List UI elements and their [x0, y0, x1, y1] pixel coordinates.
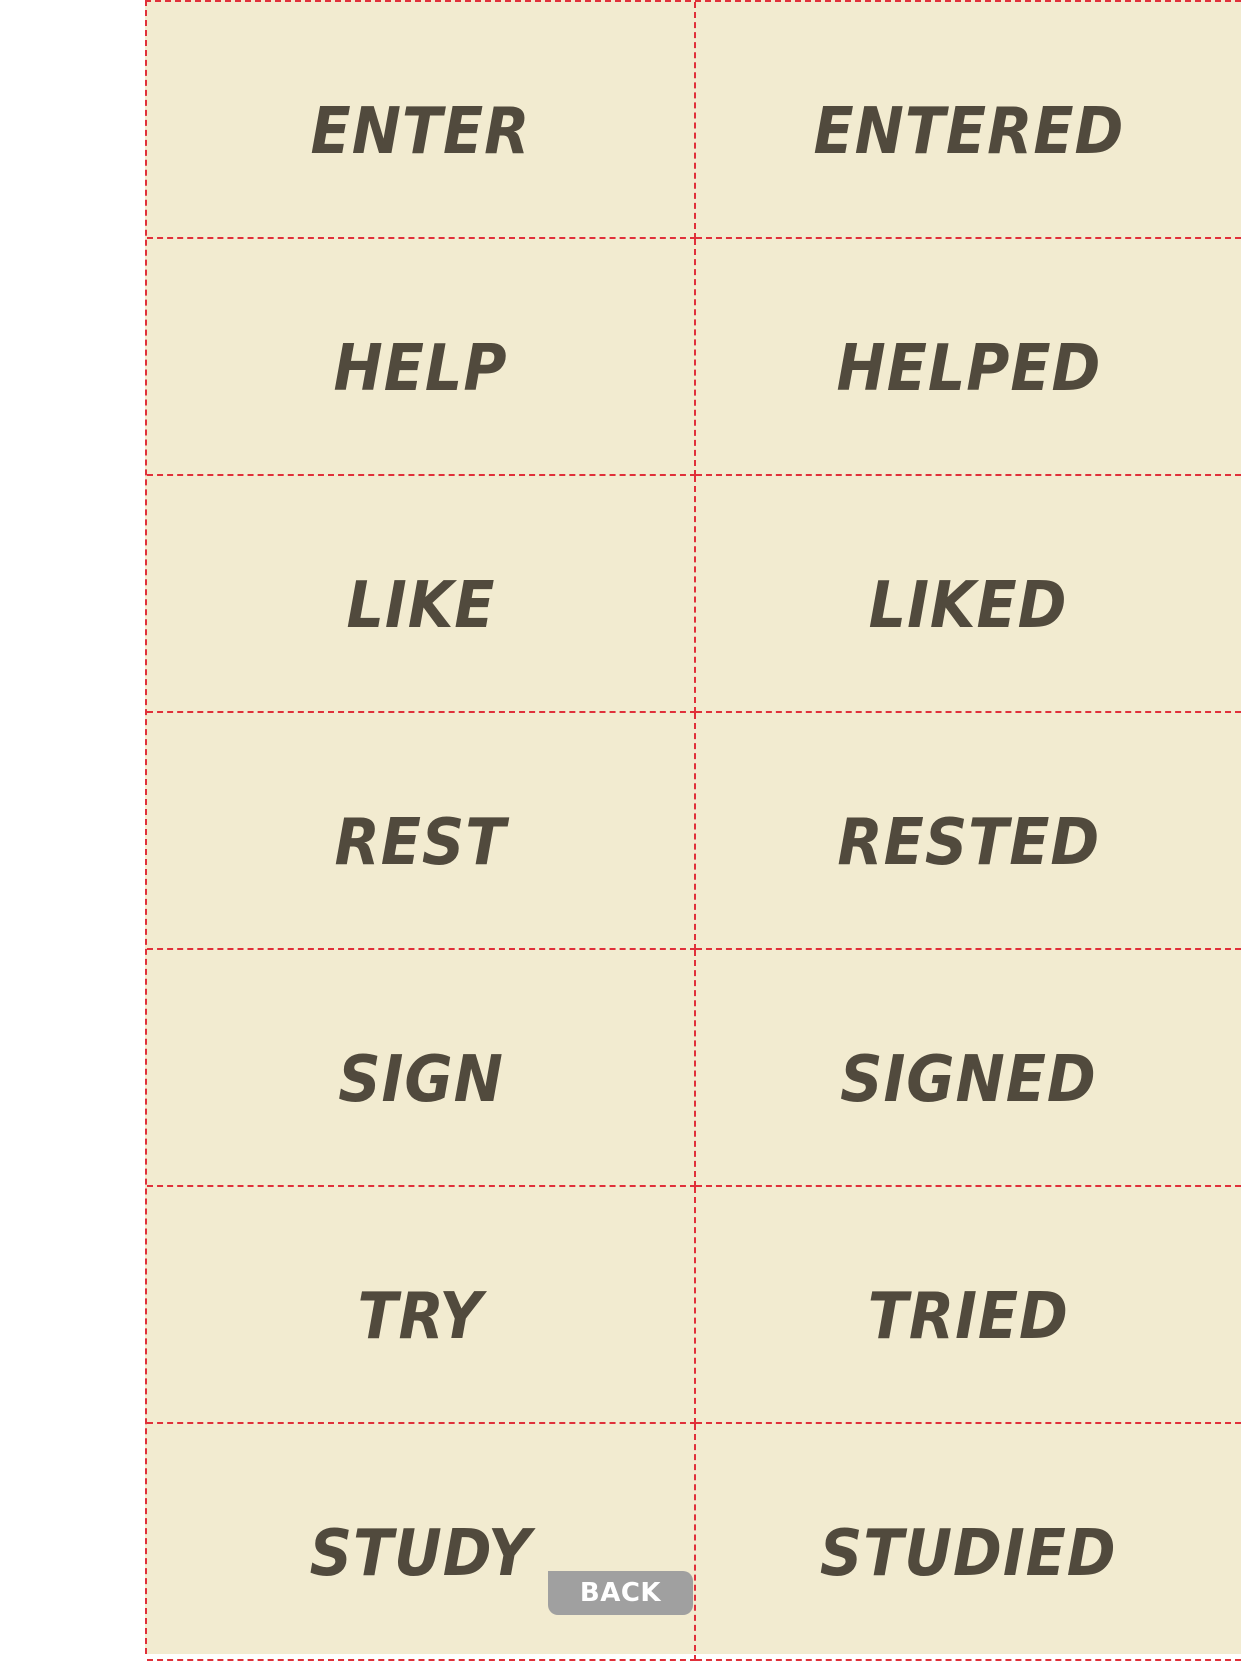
back-button[interactable]: BACK [548, 1571, 693, 1615]
card-word: LIKED [869, 568, 1068, 643]
card-base-sign: SIGN [147, 950, 696, 1187]
card-past-helped: HELPED [696, 239, 1241, 476]
card-past-rested: RESTED [696, 713, 1241, 950]
card-base-try: TRY [147, 1187, 696, 1424]
card-past-tried: TRIED [696, 1187, 1241, 1424]
card-past-studied: STUDIED [696, 1424, 1241, 1661]
card-base-enter: ENTER [147, 2, 696, 239]
card-word: SIGNED [840, 1042, 1097, 1117]
card-past-signed: SIGNED [696, 950, 1241, 1187]
card-word: SIGN [337, 1042, 504, 1117]
card-word: STUDY [309, 1516, 532, 1591]
card-base-like: LIKE [147, 476, 696, 713]
card-word: LIKE [346, 568, 495, 643]
card-past-entered: ENTERED [696, 2, 1241, 239]
card-word: REST [334, 805, 507, 880]
card-word: ENTERED [813, 94, 1124, 169]
card-word: TRIED [867, 1279, 1070, 1354]
card-word: HELP [333, 331, 508, 406]
card-word: STUDIED [820, 1516, 1117, 1591]
card-base-help: HELP [147, 239, 696, 476]
flashcard-grid: ENTER ENTERED HELP HELPED LIKE LIKED RES… [147, 2, 1241, 1661]
card-word: RESTED [837, 805, 1100, 880]
card-base-rest: REST [147, 713, 696, 950]
card-base-study: STUDY [147, 1424, 696, 1661]
card-word: ENTER [310, 94, 531, 169]
card-word: HELPED [836, 331, 1101, 406]
card-word: TRY [357, 1279, 484, 1354]
flashcard-sheet: ENTER ENTERED HELP HELPED LIKE LIKED RES… [145, 0, 1241, 1661]
card-past-liked: LIKED [696, 476, 1241, 713]
